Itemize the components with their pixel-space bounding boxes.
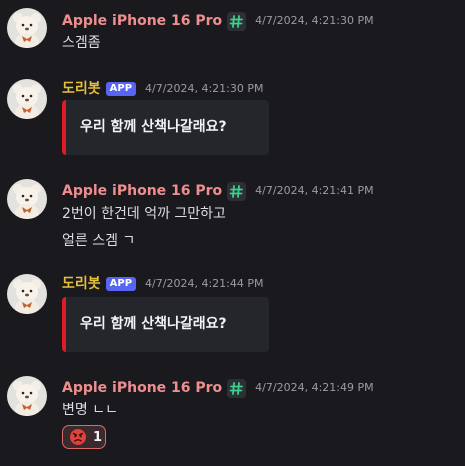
reaction-count: 1	[93, 429, 103, 445]
message-header: Apple iPhone 16 Pro 4/7/2024, 4:21:41 PM	[62, 181, 374, 201]
angry-face-icon	[70, 429, 86, 445]
timestamp: 4/7/2024, 4:21:49 PM	[255, 381, 374, 394]
avatar[interactable]	[7, 376, 47, 416]
timestamp: 4/7/2024, 4:21:41 PM	[255, 184, 374, 197]
avatar[interactable]	[7, 274, 47, 314]
hash-icon	[227, 378, 247, 398]
message-text: 2번이 한건데 억까 그만하고	[62, 206, 226, 222]
username[interactable]: Apple iPhone 16 Pro	[62, 11, 222, 31]
username[interactable]: Apple iPhone 16 Pro	[62, 378, 222, 398]
message-header: Apple iPhone 16 Pro 4/7/2024, 4:21:49 PM	[62, 378, 374, 398]
timestamp: 4/7/2024, 4:21:44 PM	[145, 277, 264, 290]
embed: 우리 함께 산책나갈래요?	[62, 100, 269, 155]
avatar[interactable]	[7, 179, 47, 219]
embed: 우리 함께 산책나갈래요?	[62, 297, 269, 352]
message-text: 얼른 스겜 ㄱ	[62, 233, 136, 249]
username[interactable]: Apple iPhone 16 Pro	[62, 181, 222, 201]
message-header: 도리봇 APP 4/7/2024, 4:21:30 PM	[62, 79, 263, 99]
message-text: 변명 ㄴㄴ	[62, 402, 118, 418]
message-header: 도리봇 APP 4/7/2024, 4:21:44 PM	[62, 274, 263, 294]
message-text: 스겜좀	[62, 35, 101, 51]
hash-icon	[227, 11, 247, 31]
reaction-button[interactable]: 1	[62, 425, 106, 449]
timestamp: 4/7/2024, 4:21:30 PM	[145, 82, 264, 95]
avatar[interactable]	[7, 79, 47, 119]
username[interactable]: 도리봇	[62, 274, 101, 294]
embed-title: 우리 함께 산책나갈래요?	[80, 119, 227, 135]
embed-title: 우리 함께 산책나갈래요?	[80, 316, 227, 332]
avatar[interactable]	[7, 8, 47, 48]
username[interactable]: 도리봇	[62, 79, 101, 99]
message-header: Apple iPhone 16 Pro 4/7/2024, 4:21:30 PM	[62, 11, 374, 31]
timestamp: 4/7/2024, 4:21:30 PM	[255, 14, 374, 27]
app-badge: APP	[105, 82, 137, 96]
hash-icon	[227, 181, 247, 201]
app-badge: APP	[105, 277, 137, 291]
